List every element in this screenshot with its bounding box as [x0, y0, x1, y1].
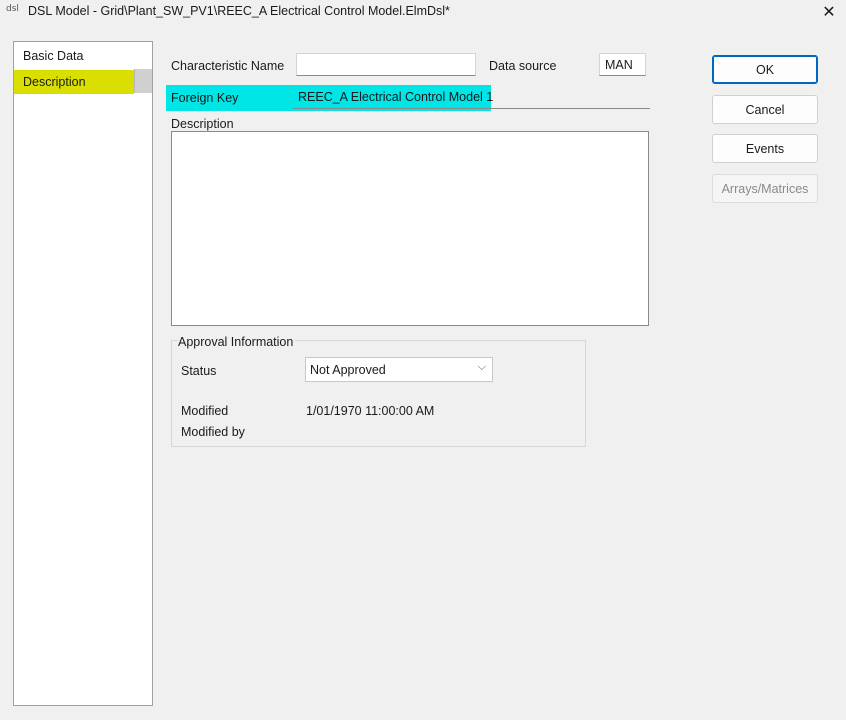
nav-item-label: Description: [23, 75, 86, 89]
data-source-input[interactable]: [599, 53, 646, 76]
dsl-app-icon: dsl: [6, 4, 19, 14]
characteristic-name-input[interactable]: [296, 53, 476, 76]
approval-group-title: Approval Information: [178, 335, 296, 349]
nav-item-description[interactable]: Description: [14, 70, 134, 94]
modified-label: Modified: [181, 404, 229, 418]
close-button[interactable]: ✕: [812, 0, 846, 24]
modified-value: 1/01/1970 11:00:00 AM: [306, 404, 435, 418]
events-button[interactable]: Events: [712, 134, 818, 163]
nav-item-basic-data[interactable]: Basic Data: [14, 44, 134, 68]
data-source-label: Data source: [489, 59, 557, 73]
cancel-button[interactable]: Cancel: [712, 95, 818, 124]
arrays-matrices-button[interactable]: Arrays/Matrices: [712, 174, 818, 203]
cancel-button-label: Cancel: [745, 102, 785, 117]
foreign-key-input[interactable]: [293, 85, 650, 109]
status-dropdown[interactable]: Not Approved ⌵: [305, 357, 493, 382]
nav-scrollbar-thumb[interactable]: [134, 69, 152, 93]
description-label: Description: [171, 117, 234, 131]
ok-button[interactable]: OK: [712, 55, 818, 84]
modified-by-label: Modified by: [181, 425, 245, 439]
chevron-down-icon: ⌵: [477, 361, 486, 373]
close-icon: ✕: [822, 4, 836, 21]
page-navigation-list: Basic Data Description: [13, 41, 153, 706]
foreign-key-label: Foreign Key: [171, 91, 239, 105]
events-button-label: Events: [745, 141, 785, 156]
description-textarea[interactable]: [171, 131, 649, 326]
ok-button-label: OK: [755, 62, 775, 77]
status-label: Status: [181, 364, 217, 378]
title-bar: dsl DSL Model - Grid\Plant_SW_PV1\REEC_A…: [0, 0, 846, 24]
window-title: DSL Model - Grid\Plant_SW_PV1\REEC_A Ele…: [28, 4, 450, 18]
arrays-matrices-button-label: Arrays/Matrices: [721, 181, 809, 196]
characteristic-name-label: Characteristic Name: [171, 59, 285, 73]
status-selected-value: Not Approved: [310, 363, 386, 377]
nav-item-label: Basic Data: [23, 49, 84, 63]
